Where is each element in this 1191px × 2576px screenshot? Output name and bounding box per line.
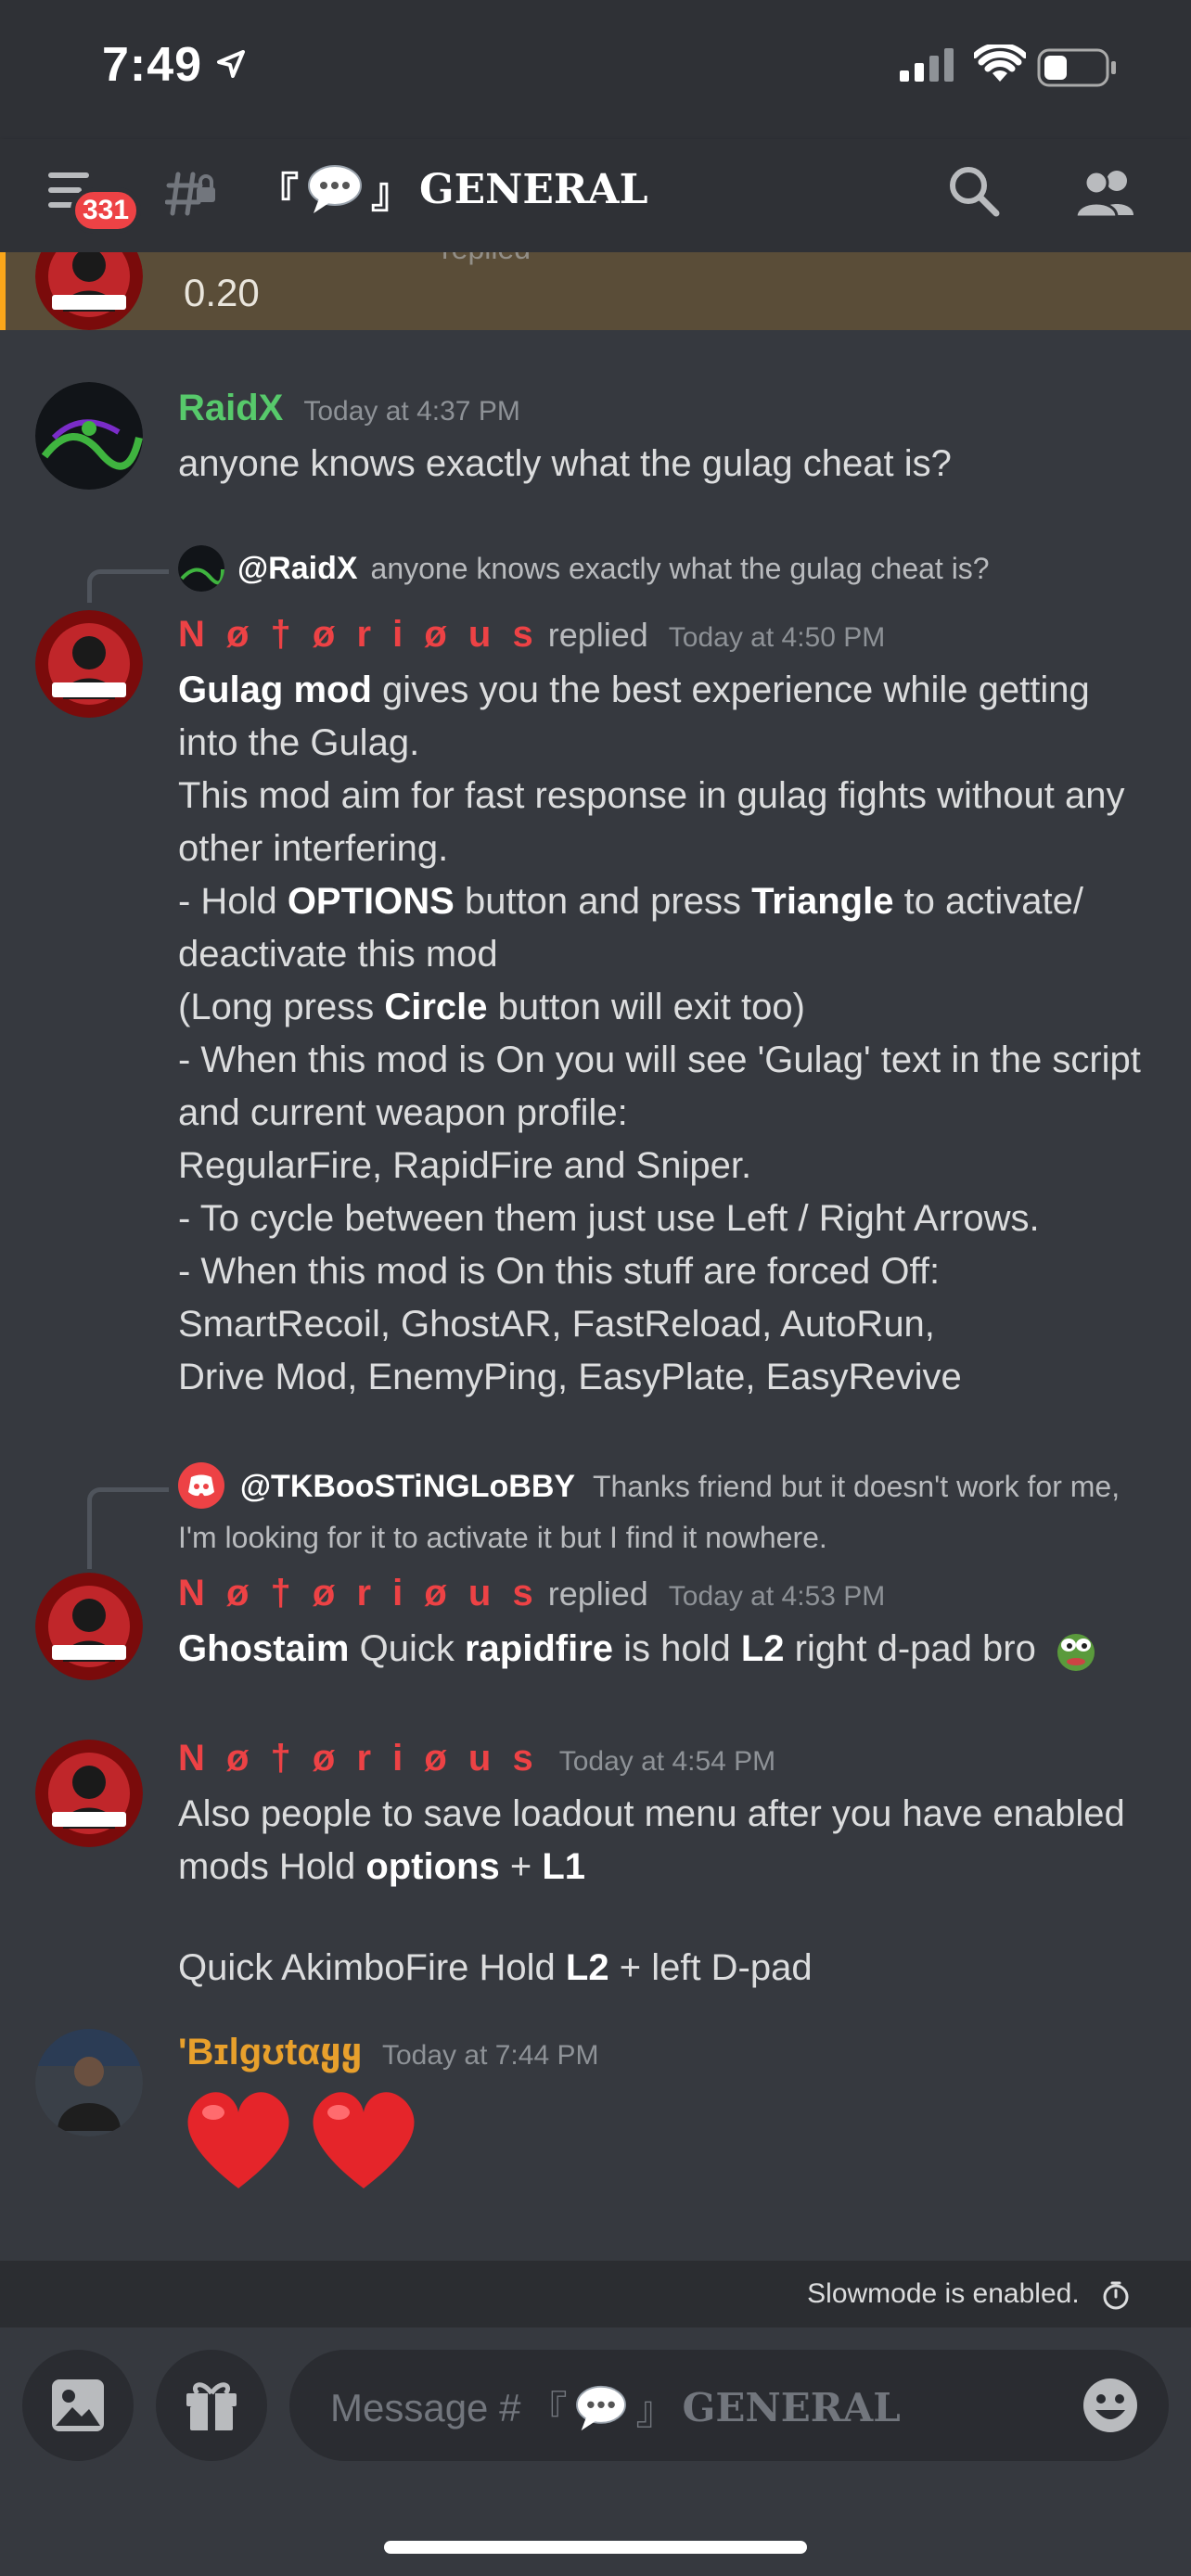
reply-preview[interactable]: @RaidX anyone knows exactly what the gul…: [178, 545, 990, 592]
timestamp: Today at 4:50 PM: [668, 622, 886, 653]
bracket-close: 』: [371, 170, 412, 217]
members-icon[interactable]: [1074, 169, 1139, 217]
mini-avatar: [178, 545, 224, 592]
speech-bubble-icon: [576, 2385, 627, 2430]
highlight-replied-label: replied: [442, 252, 531, 266]
highlighted-message: replied 0.20: [0, 252, 1191, 330]
message-line: - To cycle between them just use Left / …: [178, 1198, 1040, 1239]
timestamp: Today at 4:53 PM: [668, 1581, 886, 1612]
placeholder-channel: GENERAL: [682, 2385, 901, 2430]
channel-title: 『 』 GENERAL: [258, 159, 648, 219]
reply-username[interactable]: @TKBooSTiNGLoBBY: [240, 1469, 575, 1504]
search-icon[interactable]: [946, 163, 1002, 219]
avatar[interactable]: [35, 610, 143, 718]
message-line: - Hold OPTIONS button and press Triangle…: [178, 881, 1084, 975]
message-line: Gulag mod gives you the best experience …: [178, 670, 1090, 763]
pepe-emoji-icon: [1057, 1634, 1095, 1672]
username[interactable]: 'Bɪlgʊtαყყ: [178, 2031, 362, 2073]
message-text: Quick AkimboFire Hold L2 + left D-pad: [178, 1947, 813, 1988]
emoji-message: [178, 2085, 1154, 2211]
timestamp: Today at 4:54 PM: [558, 1746, 776, 1777]
heart-emoji-icon: [187, 2092, 289, 2188]
gift-icon: [186, 2382, 237, 2430]
reply-connector: [87, 1487, 169, 1569]
locked-channel-icon: [165, 172, 215, 216]
discord-icon: [178, 1461, 224, 1509]
replied-label: replied: [547, 1575, 648, 1613]
bracket-close: 』: [635, 2389, 675, 2432]
slowmode-text: Slowmode is enabled.: [807, 2278, 1080, 2309]
message-line: - When this mod is On you will see 'Gula…: [178, 1039, 1141, 1133]
bracket-open: 『: [258, 170, 299, 217]
message-line: This mod aim for fast response in gulag …: [178, 775, 1125, 869]
avatar[interactable]: [35, 2029, 143, 2136]
timestamp: Today at 4:37 PM: [303, 396, 520, 427]
emoji-picker-icon[interactable]: [1082, 2377, 1139, 2434]
username[interactable]: N ø † ø r i ø u s: [178, 1738, 539, 1779]
highlight-message-text: 0.20: [184, 271, 260, 314]
message-line: (Long press Circle button will exit too): [178, 987, 805, 1027]
message-line: SmartRecoil, GhostAR, FastReload, AutoRu…: [178, 1304, 935, 1345]
avatar[interactable]: [35, 1573, 143, 1680]
username[interactable]: N ø † ø r i ø u s: [178, 614, 539, 656]
timer-icon: [1103, 2281, 1129, 2310]
message-placeholder[interactable]: Message # 『 』 GENERAL: [330, 2379, 901, 2436]
speech-bubble-icon: [308, 165, 362, 213]
username[interactable]: N ø † ø r i ø u s: [178, 1573, 539, 1614]
reply-snippet: anyone knows exactly what the gulag chea…: [370, 551, 990, 585]
bracket-open: 『: [528, 2389, 568, 2432]
message-text: Gulag mod gives you the best experience …: [178, 664, 1154, 1404]
message-header: N ø † ø r i ø u s replied Today at 4:50 …: [178, 614, 885, 656]
message-header: N ø † ø r i ø u s Today at 4:54 PM: [178, 1738, 775, 1779]
home-indicator[interactable]: [384, 2541, 807, 2554]
message-list[interactable]: replied 0.20 RaidX Today at 4:37 PM anyo…: [0, 252, 1191, 2261]
location-arrow-icon: [217, 50, 245, 78]
message-text: Ghostaim Quick rapidfire is hold L2 righ…: [178, 1623, 1154, 1676]
status-bar: 7:49: [0, 0, 1191, 139]
message-text: Also people to save loadout menu after y…: [178, 1793, 1125, 1887]
message-header: RaidX Today at 4:37 PM: [178, 388, 520, 429]
reply-preview[interactable]: @TKBooSTiNGLoBBY Thanks friend but it do…: [178, 1461, 1154, 1562]
reply-username[interactable]: @RaidX: [237, 551, 358, 587]
message-text: anyone knows exactly what the gulag chea…: [178, 443, 952, 484]
status-time: 7:49: [102, 38, 203, 92]
slowmode-bar: Slowmode is enabled.: [0, 2261, 1191, 2327]
message-line: RegularFire, RapidFire and Sniper.: [178, 1145, 752, 1186]
unread-badge: 331: [70, 187, 142, 234]
message-header: N ø † ø r i ø u s replied Today at 4:53 …: [178, 1573, 885, 1614]
avatar[interactable]: [35, 382, 143, 490]
message-line: Drive Mod, EnemyPing, EasyPlate, EasyRev…: [178, 1357, 962, 1397]
wifi-icon: [974, 45, 1026, 82]
username[interactable]: RaidX: [178, 388, 283, 429]
gift-button[interactable]: [156, 2350, 267, 2461]
cellular-signal-icon: [900, 48, 954, 82]
placeholder-prefix: Message #: [330, 2385, 521, 2429]
battery-icon: [1037, 48, 1116, 87]
timestamp: Today at 7:44 PM: [382, 2040, 599, 2071]
message-header: 'Bɪlgʊtαყყ Today at 7:44 PM: [178, 2031, 598, 2073]
avatar[interactable]: [35, 1740, 143, 1847]
channel-name: GENERAL: [419, 165, 648, 213]
reply-connector: [87, 569, 169, 603]
heart-emoji-icon: [313, 2092, 415, 2188]
message-line: - When this mod is On this stuff are for…: [178, 1251, 941, 1292]
replied-label: replied: [547, 616, 648, 654]
image-icon: [52, 2379, 104, 2431]
image-upload-button[interactable]: [22, 2350, 134, 2461]
